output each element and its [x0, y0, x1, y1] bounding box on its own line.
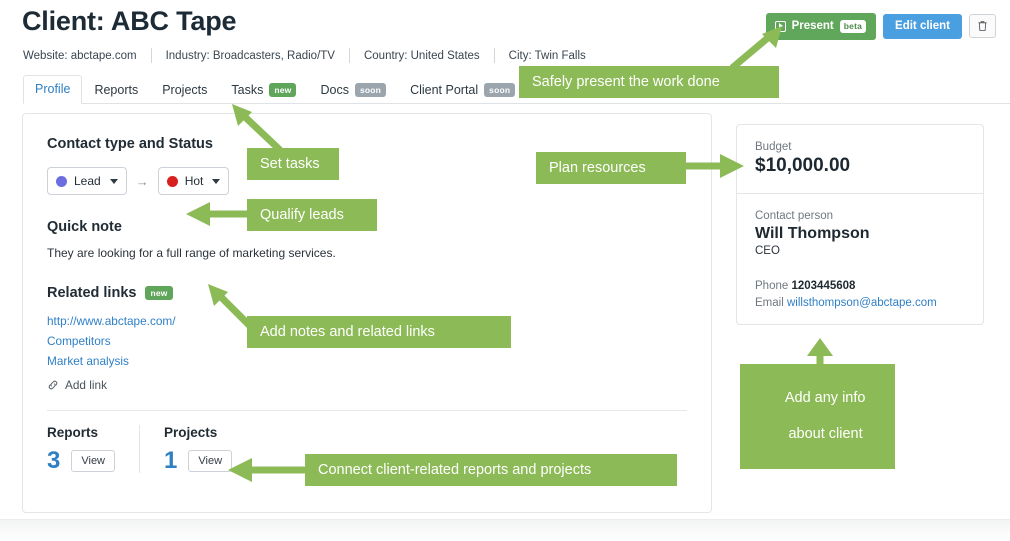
annotation-add-info-line1: Add any info — [784, 390, 866, 407]
related-links-new-badge: new — [145, 286, 173, 300]
tab-badge-soon: soon — [484, 83, 516, 97]
connect-annotation-arrow — [228, 458, 312, 482]
annotation-connect: Connect client-related reports and proje… — [305, 454, 677, 487]
budget-value: $10,000.00 — [755, 155, 851, 176]
plan-resources-annotation-arrow — [686, 154, 744, 178]
tab-client-portal[interactable]: Client Portal soon — [398, 76, 527, 104]
email-value[interactable]: willsthompson@abctape.com — [787, 297, 937, 309]
status-select[interactable]: Hot — [157, 167, 230, 195]
email-label: Email — [755, 297, 784, 310]
status-label: Hot — [184, 174, 204, 188]
contact-status-heading: Contact type and Status — [47, 136, 213, 152]
annotation-qualify-leads: Qualify leads — [247, 199, 377, 232]
page-root: Client: ABC Tape Website: abctape.com In… — [0, 0, 1010, 541]
email-line: Email willsthompson@abctape.com — [755, 295, 965, 312]
edit-client-label: Edit client — [895, 19, 950, 32]
related-links-header: Related links new — [47, 285, 687, 301]
annotation-add-info-line2: about client — [788, 426, 863, 443]
set-tasks-annotation-arrow — [232, 104, 283, 153]
budget-block: Budget $10,000.00 — [737, 125, 983, 193]
tab-label: Tasks — [231, 83, 264, 97]
beta-badge: beta — [839, 20, 867, 33]
present-button-label: Present — [791, 19, 834, 32]
meta-country: Country: United States — [363, 49, 480, 62]
annotation-add-info: Add any info about client — [740, 364, 895, 469]
meta-website: Website: abctape.com — [23, 49, 137, 62]
related-links-heading: Related links — [47, 285, 137, 301]
tab-reports[interactable]: Reports — [82, 76, 150, 104]
tab-label: Client Portal — [410, 83, 479, 97]
tab-docs[interactable]: Docs soon — [308, 76, 398, 104]
count-row: 1 View — [164, 447, 233, 474]
view-button[interactable]: View — [71, 450, 116, 472]
add-link-button[interactable]: Add link — [47, 378, 687, 392]
tab-bar: Profile Reports Projects Tasks new Docs soon Cl… — [23, 74, 1010, 104]
count-value: 1 — [164, 447, 178, 474]
quick-note-text: They are looking for a full range of mar… — [47, 246, 336, 260]
related-link[interactable]: Market analysis — [47, 354, 687, 368]
meta-industry: Industry: Broadcasters, Radio/TV — [165, 49, 335, 62]
phone-value: 1203445608 — [791, 280, 856, 292]
tab-label: Profile — [35, 82, 71, 96]
view-button[interactable]: View — [188, 450, 233, 472]
tab-badge-soon: soon — [354, 83, 387, 97]
edit-client-button[interactable]: Edit client — [883, 13, 962, 39]
client-meta-row: Website: abctape.com Industry: Broadcast… — [23, 48, 586, 63]
phone-line: Phone 1203445608 — [755, 278, 965, 295]
delete-client-button[interactable] — [969, 14, 996, 39]
arrow-right-icon: → — [135, 173, 149, 189]
phone-label: Phone — [755, 280, 789, 292]
present-annotation-arrow — [729, 26, 782, 71]
tab-label: Docs — [320, 83, 349, 97]
contact-person-name: Will Thompson — [755, 225, 870, 242]
trash-icon — [978, 21, 987, 32]
count-label: Projects — [164, 425, 218, 440]
count-value: 3 — [47, 447, 61, 474]
page-bottom-edge — [0, 519, 1010, 541]
count-label: Reports — [47, 425, 99, 440]
count-row: 3 View — [47, 447, 116, 474]
status-color-dot — [166, 175, 178, 187]
contact-person-block: Contact person Will Thompson CEO Phone 1… — [737, 193, 983, 329]
client-info-card: Budget $10,000.00 Contact person Will Th… — [736, 124, 984, 325]
count-column-reports: Reports 3 View — [47, 425, 139, 473]
budget-label: Budget — [755, 141, 792, 153]
chevron-down-icon — [109, 178, 118, 184]
chevron-down-icon — [212, 178, 221, 184]
annotation-add-notes: Add notes and related links — [247, 316, 511, 349]
meta-divider — [348, 48, 350, 63]
tab-profile[interactable]: Profile — [23, 75, 83, 104]
contact-type-color-dot — [56, 175, 67, 187]
meta-divider — [493, 48, 495, 63]
annotation-set-tasks: Set tasks — [247, 148, 339, 181]
tab-label: Projects — [162, 83, 208, 97]
meta-divider — [150, 48, 152, 63]
section-divider — [47, 410, 687, 411]
tab-label: Reports — [94, 83, 139, 97]
contact-person-label: Contact person — [755, 210, 833, 222]
qualify-leads-annotation-arrow — [186, 202, 250, 226]
contact-details: Phone 1203445608 Email willsthompson@abc… — [755, 278, 965, 313]
contact-type-label: Lead — [74, 174, 101, 188]
tab-badge-new: new — [269, 83, 297, 97]
page-title: Client: ABC Tape — [22, 6, 237, 36]
annotation-plan-resources: Plan resources — [536, 152, 686, 185]
add-link-label: Add link — [65, 378, 107, 392]
contact-type-select[interactable]: Lead — [47, 167, 127, 195]
meta-city: City: Twin Falls — [508, 49, 586, 62]
contact-person-role: CEO — [755, 245, 780, 257]
link-icon — [48, 380, 58, 390]
header-actions: Present beta Edit client — [765, 13, 996, 40]
tab-projects[interactable]: Projects — [150, 76, 219, 104]
annotation-present: Safely present the work done — [519, 66, 779, 99]
